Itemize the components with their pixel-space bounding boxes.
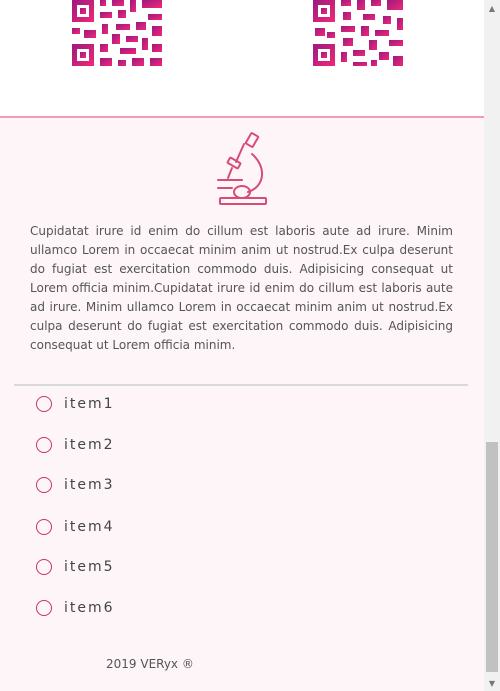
divider (14, 384, 468, 386)
list-item[interactable]: item2 (36, 433, 115, 457)
scroll-down-arrow-icon[interactable]: ▼ (484, 675, 500, 691)
scroll-up-arrow-icon[interactable]: ▲ (484, 0, 500, 16)
item-label: item6 (64, 600, 115, 616)
radio-button[interactable] (36, 600, 52, 616)
page: Cupidatat irure id enim do cillum est la… (0, 0, 484, 691)
list-item[interactable]: item5 (36, 555, 115, 579)
description-text: Cupidatat irure id enim do cillum est la… (30, 224, 453, 352)
item-label: item3 (64, 477, 115, 493)
radio-button[interactable] (36, 396, 52, 412)
item-label: item2 (64, 437, 115, 453)
content-section: Cupidatat irure id enim do cillum est la… (0, 116, 484, 691)
list-item[interactable]: item6 (36, 596, 115, 620)
qr-code-icon (72, 0, 162, 66)
item-label: item1 (64, 396, 115, 412)
microscope-icon (217, 132, 267, 205)
list-item[interactable]: item1 (36, 392, 115, 416)
scrollbar-thumb[interactable] (486, 442, 498, 672)
vertical-scrollbar[interactable]: ▲ ▼ (484, 0, 500, 691)
radio-button[interactable] (36, 437, 52, 453)
list-item[interactable]: item4 (36, 515, 115, 539)
item-label: item5 (64, 559, 115, 575)
radio-button[interactable] (36, 477, 52, 493)
radio-button[interactable] (36, 519, 52, 535)
list-item[interactable]: item3 (36, 473, 115, 497)
qr-section (0, 0, 484, 116)
qr-code-icon (313, 0, 403, 66)
radio-button[interactable] (36, 559, 52, 575)
footer-copyright: 2019 VERyx ® (106, 657, 194, 671)
item-label: item4 (64, 519, 115, 535)
